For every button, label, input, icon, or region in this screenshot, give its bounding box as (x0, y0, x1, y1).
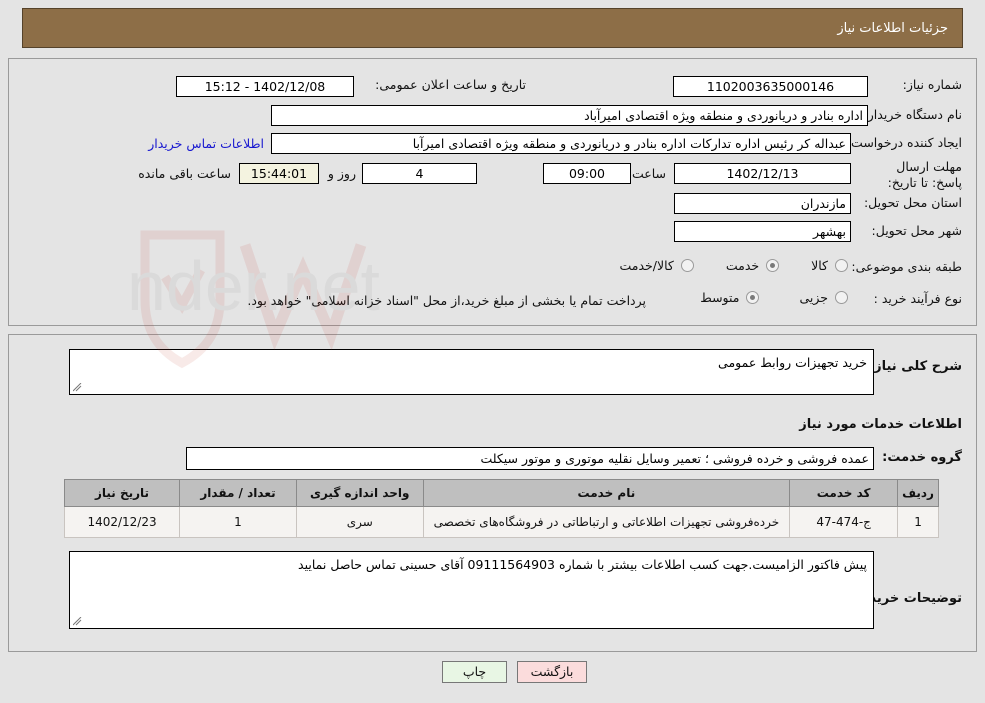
services-section-title: اطلاعات خدمات مورد نیاز (799, 417, 962, 432)
radio-icon[interactable] (746, 291, 760, 304)
cell-service-code: ج-474-47 (789, 506, 899, 538)
hour-label: ساعت (631, 166, 666, 181)
col-need-date: تاریخ نیاز (63, 479, 181, 507)
buyer-notes-textarea[interactable]: پیش فاکتور الزامیست.جهت کسب اطلاعات بیشت… (69, 551, 874, 629)
cell-row-no: 1 (897, 506, 939, 538)
summary-label: شرح کلی نیاز: (868, 359, 962, 374)
announce-label: تاریخ و ساعت اعلان عمومی: (375, 77, 526, 92)
category-radio-kala-khadamat[interactable]: کالا/خدمت (619, 258, 694, 273)
col-service-code: کد خدمت (789, 479, 899, 507)
summary-value: خرید تجهیزات روابط عمومی (718, 355, 867, 370)
buyer-org-row: نام دستگاه خریدار: (864, 107, 962, 122)
category-row: طبقه بندی موضوعی: (851, 259, 962, 274)
time-remaining-value: 15:44:01 (239, 163, 319, 184)
deadline-date-value: 1402/12/13 (674, 163, 851, 184)
back-button[interactable]: بازگشت (517, 661, 587, 683)
buyer-notes-value: پیش فاکتور الزامیست.جهت کسب اطلاعات بیشت… (298, 557, 867, 572)
radio-icon[interactable] (835, 259, 848, 272)
category-radio-khadamat[interactable]: خدمت (725, 258, 780, 273)
announce-row: تاریخ و ساعت اعلان عمومی: (375, 77, 526, 92)
deadline-time-value: 09:00 (543, 163, 631, 184)
buyer-org-value: اداره بنادر و دریانوردی و منطقه ویژه اقت… (271, 105, 868, 126)
radio-icon[interactable] (766, 259, 780, 272)
table-row: 1 ج-474-47 خرده‌فروشی تجهیزات اطلاعاتی و… (63, 506, 939, 538)
resize-grip-icon[interactable] (73, 383, 82, 392)
category-option-label: کالا/خدمت (619, 258, 674, 273)
days-remaining-value: 4 (362, 163, 477, 184)
buyer-contact-link[interactable]: اطلاعات تماس خریدار (148, 136, 264, 151)
category-option-label: خدمت (725, 258, 760, 273)
page-title: جزئیات اطلاعات نیاز (837, 20, 948, 36)
payment-note: پرداخت تمام یا بخشی از مبلغ خرید،از محل … (247, 293, 646, 308)
cell-service-name: خرده‌فروشی تجهیزات اطلاعاتی و ارتباطاتی … (422, 506, 791, 538)
summary-textarea[interactable]: خرید تجهیزات روابط عمومی (69, 349, 874, 395)
category-label: طبقه بندی موضوعی: (851, 259, 962, 274)
city-value: بهشهر (674, 221, 851, 242)
deadline-row: مهلت ارسال پاسخ: تا تاریخ: (867, 159, 962, 191)
radio-icon[interactable] (680, 259, 694, 272)
services-table: ردیف کد خدمت نام خدمت واحد اندازه گیری ت… (63, 479, 939, 538)
process-radio-jozi[interactable]: جزیی (799, 290, 848, 305)
creator-label: ایجاد کننده درخواست: (846, 135, 962, 150)
buyer-org-label: نام دستگاه خریدار: (863, 107, 962, 122)
radio-icon[interactable] (835, 291, 848, 304)
need-number-value: 1102003635000146 (673, 76, 868, 97)
city-label: شهر محل تحویل: (871, 223, 962, 238)
col-row-no: ردیف (897, 479, 939, 507)
service-group-value: عمده فروشی و خرده فروشی ؛ تعمیر وسایل نق… (186, 447, 874, 470)
process-option-label: جزیی (799, 290, 828, 305)
process-option-label: متوسط (700, 290, 740, 305)
cell-quantity: 1 (179, 506, 297, 538)
details-panel: شرح کلی نیاز: خرید تجهیزات روابط عمومی ا… (8, 334, 977, 652)
print-button[interactable]: چاپ (442, 661, 507, 683)
process-radio-motavasset[interactable]: متوسط (700, 290, 760, 305)
province-label: استان محل تحویل: (863, 195, 962, 210)
province-value: مازندران (674, 193, 851, 214)
process-label: نوع فرآیند خرید : (873, 291, 962, 306)
col-service-name: نام خدمت (422, 479, 791, 507)
category-radio-group[interactable]: کالا خدمت کالا/خدمت (619, 258, 848, 273)
announce-value: 15:12 - 1402/12/08 (176, 76, 354, 97)
need-info-panel: شماره نیاز: 1102003635000146 تاریخ و ساع… (8, 58, 977, 326)
service-group-label: گروه خدمت: (882, 450, 962, 465)
page-header: جزئیات اطلاعات نیاز (22, 8, 963, 48)
remaining-suffix-label: ساعت باقی مانده (138, 166, 231, 181)
table-header-row: ردیف کد خدمت نام خدمت واحد اندازه گیری ت… (63, 479, 939, 507)
category-option-label: کالا (811, 258, 828, 273)
days-word-label: روز و (327, 166, 356, 181)
col-unit: واحد اندازه گیری (295, 479, 424, 507)
deadline-label: مهلت ارسال پاسخ: تا تاریخ: (887, 159, 962, 190)
need-number-row: شماره نیاز: (903, 77, 962, 92)
city-row: شهر محل تحویل: (872, 223, 962, 238)
creator-value: عبداله کر رئیس اداره تدارکات اداره بنادر… (271, 133, 851, 154)
category-radio-kala[interactable]: کالا (811, 258, 848, 273)
cell-unit: سری (295, 506, 424, 538)
process-row: نوع فرآیند خرید : (874, 291, 962, 306)
col-quantity: تعداد / مقدار (179, 479, 297, 507)
process-radio-group[interactable]: جزیی متوسط (700, 290, 848, 305)
creator-row: ایجاد کننده درخواست: (847, 135, 962, 150)
province-row: استان محل تحویل: (864, 195, 962, 210)
cell-need-date: 1402/12/23 (63, 506, 181, 538)
resize-grip-icon[interactable] (73, 617, 82, 626)
need-number-label: شماره نیاز: (902, 77, 962, 92)
